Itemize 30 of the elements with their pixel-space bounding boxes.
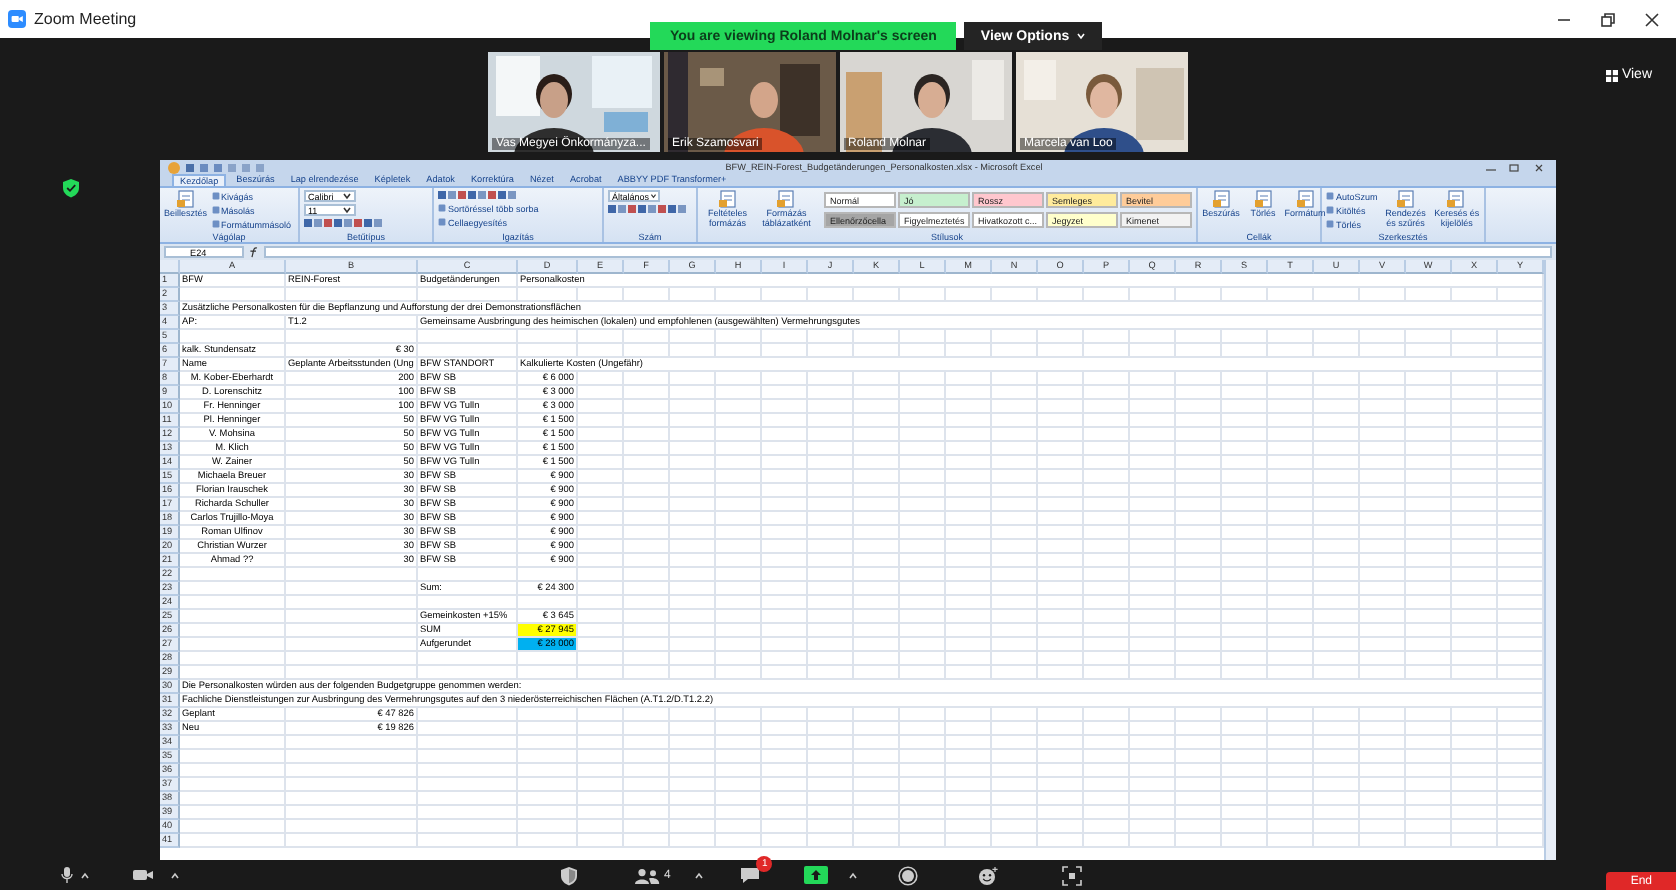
chat-bubble-icon[interactable] bbox=[740, 866, 761, 884]
shield-icon[interactable] bbox=[560, 865, 578, 885]
window-title: Zoom Meeting bbox=[34, 10, 137, 28]
people-icon bbox=[634, 867, 660, 883]
document-icon bbox=[1395, 190, 1416, 208]
video-camera-icon bbox=[8, 10, 26, 28]
document-icon bbox=[175, 190, 196, 208]
share-screen-icon[interactable] bbox=[804, 866, 829, 884]
format-tools-drawing[interactable] bbox=[304, 218, 384, 228]
document-icon bbox=[1295, 190, 1315, 208]
grid-icon bbox=[1605, 69, 1618, 81]
smiley-icon[interactable] bbox=[978, 865, 999, 885]
document-icon bbox=[776, 190, 797, 208]
close-icon[interactable] bbox=[1644, 11, 1660, 27]
shield-icon bbox=[62, 178, 80, 198]
document-icon bbox=[717, 190, 738, 208]
formula-field[interactable] bbox=[264, 246, 1552, 258]
format-tools-drawing[interactable] bbox=[608, 204, 688, 214]
document-icon bbox=[1253, 190, 1273, 208]
caret-icon[interactable] bbox=[649, 192, 656, 200]
function-icon[interactable] bbox=[248, 246, 260, 258]
restore-icon[interactable] bbox=[1600, 11, 1616, 27]
apps-frame-icon[interactable] bbox=[1062, 865, 1083, 885]
format-tools-drawing[interactable] bbox=[438, 190, 518, 200]
record-icon[interactable] bbox=[898, 865, 919, 885]
vertical-scrollbar[interactable] bbox=[1544, 260, 1556, 860]
document-icon bbox=[1211, 190, 1231, 208]
microphone-icon[interactable] bbox=[60, 866, 74, 884]
document-icon bbox=[1446, 190, 1467, 208]
video-camera-icon[interactable] bbox=[132, 868, 154, 882]
